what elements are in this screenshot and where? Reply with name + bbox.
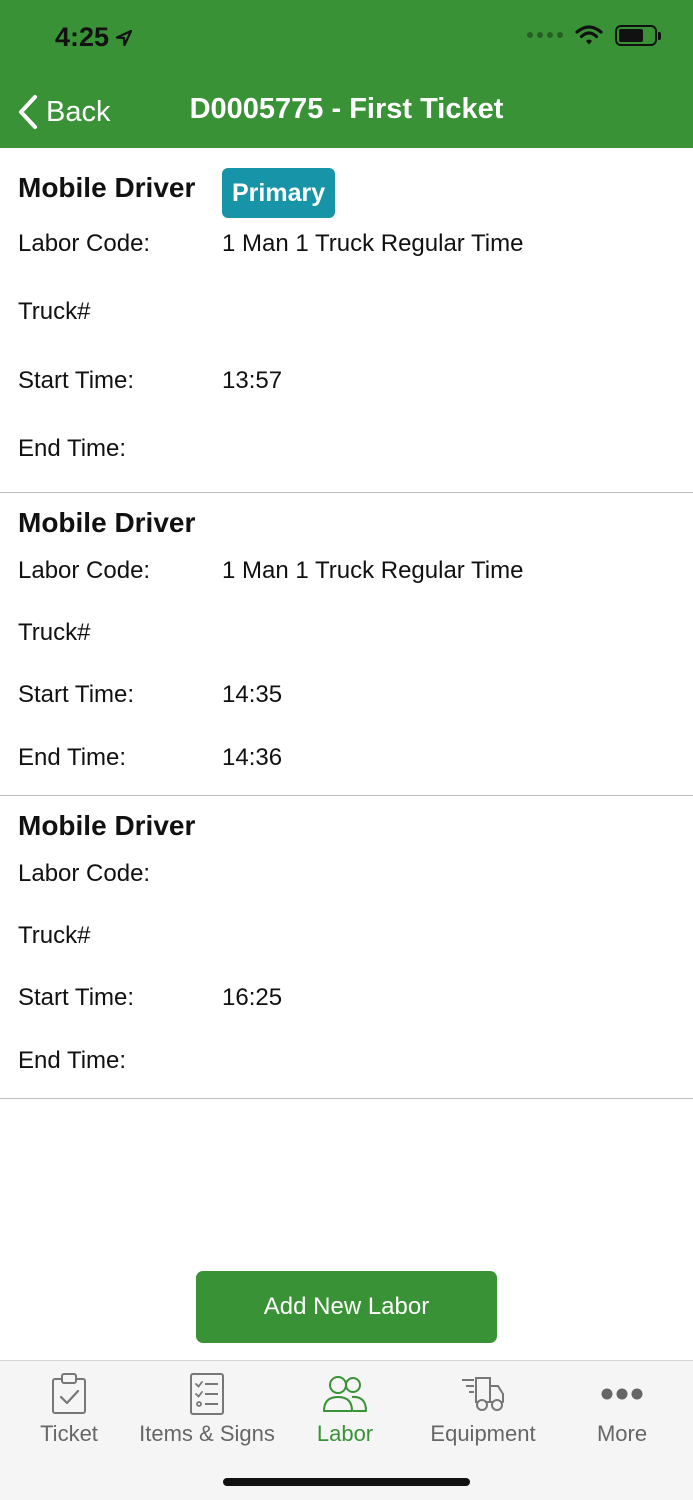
more-dots-icon <box>601 1388 643 1400</box>
labor-code-label: Labor Code: <box>18 860 151 887</box>
navigation-header: 4:25 Back D0005775 - First Ticket <box>0 0 693 148</box>
status-bar-indicators <box>527 24 661 46</box>
status-bar-time: 4:25 <box>55 22 133 53</box>
truck-label: Truck# <box>18 298 91 325</box>
tab-items-signs[interactable]: Items & Signs <box>138 1369 276 1447</box>
tab-labor[interactable]: Labor <box>276 1369 414 1447</box>
labor-code-label: Labor Code: <box>18 557 151 584</box>
labor-code-value: 1 Man 1 Truck Regular Time <box>222 557 524 584</box>
tab-equipment[interactable]: Equipment <box>414 1369 552 1447</box>
start-time-label: Start Time: <box>18 984 135 1011</box>
tab-more[interactable]: More <box>553 1369 691 1447</box>
battery-icon <box>615 24 661 46</box>
labor-entry-title: Mobile Driver <box>18 810 196 841</box>
tab-labor-label: Labor <box>316 1421 374 1446</box>
end-time-label: End Time: <box>18 1047 127 1074</box>
start-time-value: 13:57 <box>222 367 283 394</box>
labor-entry-card[interactable]: Mobile Driver Primary Labor Code: 1 Man … <box>0 148 693 493</box>
home-indicator[interactable] <box>223 1478 470 1486</box>
labor-code-label: Labor Code: <box>18 230 151 257</box>
cellular-signal-icon <box>527 32 563 38</box>
start-time-label: Start Time: <box>18 367 135 394</box>
page-title: D0005775 - First Ticket <box>189 93 504 125</box>
truck-label: Truck# <box>18 922 91 949</box>
wifi-icon <box>575 25 603 45</box>
labor-entry-title: Mobile Driver <box>18 507 196 538</box>
end-time-value: 14:36 <box>222 744 283 771</box>
truck-label: Truck# <box>18 619 91 646</box>
start-time-value: 14:35 <box>222 681 283 708</box>
people-icon <box>323 1376 367 1412</box>
labor-entry-card[interactable]: Mobile Driver Labor Code: Truck# Start T… <box>0 796 693 1099</box>
start-time-label: Start Time: <box>18 681 135 708</box>
tab-equipment-label: Equipment <box>430 1421 536 1446</box>
checklist-icon <box>190 1373 224 1415</box>
clipboard-check-icon <box>52 1373 86 1414</box>
labor-code-value: 1 Man 1 Truck Regular Time <box>222 230 524 257</box>
labor-entry-title: Mobile Driver <box>18 172 196 203</box>
primary-badge: Primary <box>222 168 336 218</box>
add-new-labor-button[interactable]: Add New Labor <box>196 1271 497 1343</box>
labor-entry-card[interactable]: Mobile Driver Labor Code: 1 Man 1 Truck … <box>0 493 693 796</box>
end-time-label: End Time: <box>18 435 127 462</box>
truck-icon <box>462 1377 504 1411</box>
tab-ticket[interactable]: Ticket <box>0 1369 138 1447</box>
end-time-label: End Time: <box>18 744 127 771</box>
tab-ticket-label: Ticket <box>40 1421 98 1446</box>
tab-items-signs-label: Items & Signs <box>139 1421 275 1446</box>
tab-more-label: More <box>596 1421 648 1446</box>
location-arrow-icon <box>115 29 133 46</box>
start-time-value: 16:25 <box>222 984 283 1011</box>
status-time-text: 4:25 <box>55 22 110 52</box>
